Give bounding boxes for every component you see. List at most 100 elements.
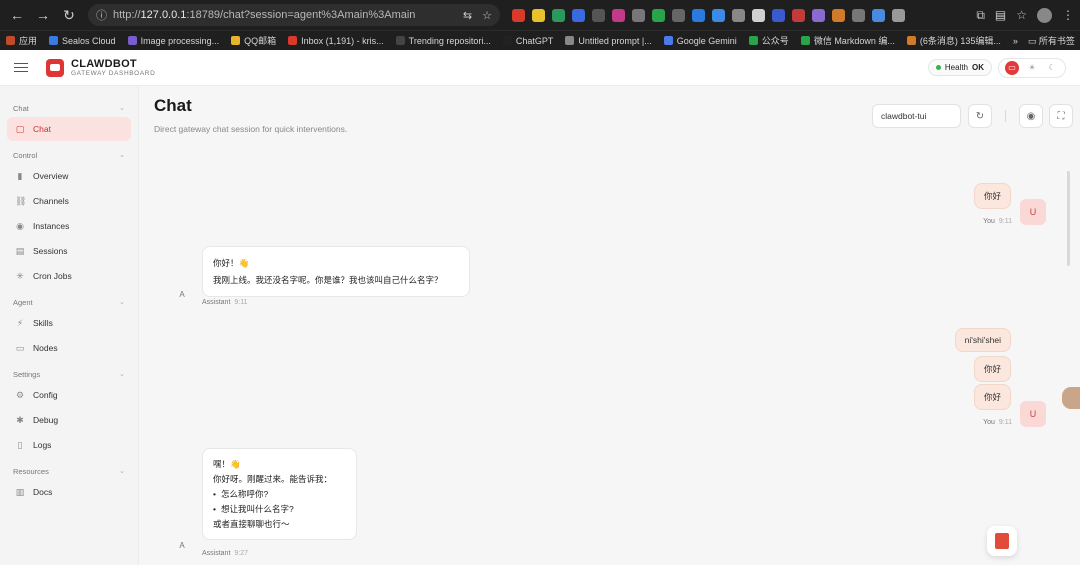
sidebar-item-overview[interactable]: ▮ Overview	[7, 164, 131, 188]
profile-avatar[interactable]	[1037, 7, 1052, 23]
extension-icon[interactable]	[532, 8, 545, 22]
status-dot-icon	[935, 65, 941, 70]
bookmark-item[interactable]: Image processing...	[127, 36, 219, 46]
bookmark-favicon-icon	[288, 36, 298, 45]
user-avatar: U	[1020, 401, 1046, 427]
sidebar-panel-icon[interactable]: ▤	[995, 8, 1006, 22]
extensions-bar	[512, 8, 905, 22]
extension-icon[interactable]	[712, 8, 725, 22]
sidebar-section-header[interactable]: Agent ⌄	[0, 294, 138, 310]
extension-icon[interactable]	[612, 8, 625, 22]
extension-icon[interactable]	[652, 8, 665, 22]
thinking-toggle-button[interactable]: ◉	[1019, 104, 1043, 128]
sidebar-section-header[interactable]: Chat ⌄	[0, 100, 138, 116]
gear-icon: ⚙	[15, 389, 25, 400]
bookmark-item[interactable]: Sealos Cloud	[49, 36, 116, 46]
theme-dark-icon[interactable]: ☾	[1045, 61, 1059, 75]
extension-icon[interactable]	[592, 8, 605, 22]
list-item: 想让我叫什么名字?	[213, 502, 346, 517]
extension-icon[interactable]	[512, 8, 525, 22]
extension-icon[interactable]	[812, 8, 825, 22]
bookmark-item[interactable]: 公众号	[748, 34, 789, 47]
sidebar-item-chat[interactable]: ▢ Chat	[7, 117, 131, 141]
menu-dots-icon[interactable]: ⋮	[1062, 8, 1074, 22]
sidebar-item-skills[interactable]: ⚡ Skills	[7, 311, 131, 335]
sidebar-item-label: Debug	[33, 415, 59, 425]
extension-icon[interactable]	[632, 8, 645, 22]
extension-icon[interactable]	[672, 8, 685, 22]
message-meta: Assistant 9:27	[202, 550, 249, 557]
extension-icon[interactable]	[552, 8, 565, 22]
bookmark-favicon-icon	[127, 36, 137, 45]
extension-icon[interactable]	[892, 8, 905, 22]
app-topbar: CLAWDBOT GATEWAY DASHBOARD Health OK ▭ ☀…	[0, 50, 1080, 86]
focus-mode-button[interactable]: ⛶	[1049, 104, 1073, 128]
theme-light-icon[interactable]: ☀	[1025, 61, 1039, 75]
app-root: CLAWDBOT GATEWAY DASHBOARD Health OK ▭ ☀…	[0, 50, 1080, 565]
sidebar-item-debug[interactable]: ✱ Debug	[7, 408, 131, 432]
extension-icon[interactable]	[692, 8, 705, 22]
refresh-icon: ↻	[975, 110, 985, 122]
puzzle-icon[interactable]: ⧉	[976, 8, 985, 23]
all-bookmarks-button[interactable]: ▭ 所有书签	[1028, 34, 1075, 47]
extension-icon[interactable]	[772, 8, 785, 22]
sidebar-item-logs[interactable]: ▯ Logs	[7, 433, 131, 457]
bookmark-item[interactable]: QQ邮箱	[231, 34, 276, 47]
forward-icon[interactable]: →	[32, 4, 54, 26]
sidebar-section-header[interactable]: Settings ⌄	[0, 366, 138, 382]
extension-icon[interactable]	[752, 8, 765, 22]
bookmark-item[interactable]: Trending repositori...	[395, 36, 491, 46]
sidebar-item-instances[interactable]: ◉ Instances	[7, 214, 131, 238]
sidebar-item-label: Docs	[33, 487, 53, 497]
monitor-icon: ▭	[15, 342, 25, 353]
user-message-bubble: 你好	[973, 183, 1011, 209]
extension-icon[interactable]	[572, 8, 585, 22]
bookmark-item[interactable]: Inbox (1,191) - kris...	[288, 36, 384, 46]
chat-scrollbar[interactable]	[1067, 171, 1070, 266]
chevron-down-icon: ⌄	[119, 371, 125, 378]
sidebar-item-cron-jobs[interactable]: ✳ Cron Jobs	[7, 264, 131, 288]
bookmark-favicon-icon	[49, 36, 59, 45]
brain-icon: ◉	[1026, 110, 1036, 122]
extension-icon[interactable]	[832, 8, 845, 22]
translate-icon[interactable]: ⇆	[463, 9, 472, 22]
sidebar-section-header[interactable]: Resources ⌄	[0, 463, 138, 479]
extension-icon[interactable]	[732, 8, 745, 22]
chat-icon: ▢	[15, 123, 25, 134]
sidebar-item-label: Cron Jobs	[33, 271, 72, 281]
refresh-button[interactable]: ↻	[968, 104, 992, 128]
sidebar-item-channels[interactable]: ⛓ Channels	[7, 189, 131, 213]
address-bar[interactable]: ⓘ http://127.0.0.1:18789/chat?session=ag…	[88, 4, 500, 26]
theme-switcher: ▭ ☀ ☾	[998, 57, 1066, 78]
floating-action-button[interactable]	[987, 526, 1017, 556]
bookmark-item[interactable]: 应用	[6, 34, 37, 47]
star-icon[interactable]: ☆	[1016, 8, 1027, 22]
sidebar-item-nodes[interactable]: ▭ Nodes	[7, 336, 131, 360]
bookmark-star-icon[interactable]: ☆	[482, 9, 492, 22]
assistant-message-bubble: 你好！👋 我刚上线。我还没名字呢。你是谁？我也该叫自己什么名字？	[202, 246, 470, 298]
sidebar-item-label: Instances	[33, 221, 70, 231]
extension-icon[interactable]	[852, 8, 865, 22]
reload-icon[interactable]: ↻	[58, 4, 80, 26]
back-icon[interactable]: ←	[6, 4, 28, 26]
bookmark-item[interactable]: 微信 Markdown 编...	[800, 34, 895, 47]
bookmark-item[interactable]: Untitled prompt |...	[565, 36, 652, 46]
sidebar-item-docs[interactable]: ▥ Docs	[7, 480, 131, 504]
extension-icon[interactable]	[792, 8, 805, 22]
sidebar-section-header[interactable]: Control ⌄	[0, 147, 138, 163]
bookmark-favicon-icon	[565, 36, 575, 45]
theme-system-icon[interactable]: ▭	[1005, 60, 1019, 75]
user-avatar: U	[1020, 199, 1046, 225]
bookmarks-more-button[interactable]: »	[1013, 36, 1018, 46]
sidebar-item-config[interactable]: ⚙ Config	[7, 383, 131, 407]
bookmark-item[interactable]: (6条消息) 135编辑...	[906, 34, 1001, 47]
bookmark-item[interactable]: ChatGPT	[502, 36, 553, 46]
extension-icon[interactable]	[872, 8, 885, 22]
site-info-icon[interactable]: ⓘ	[96, 7, 107, 23]
hamburger-menu-icon[interactable]	[14, 62, 28, 73]
session-select[interactable]: clawdbot-tui	[872, 104, 961, 128]
side-widget-avatar[interactable]	[1062, 387, 1080, 409]
sidebar-item-sessions[interactable]: ▤ Sessions	[7, 239, 131, 263]
bookmark-item[interactable]: Google Gemini	[663, 36, 737, 46]
sidebar-item-label: Sessions	[33, 246, 68, 256]
